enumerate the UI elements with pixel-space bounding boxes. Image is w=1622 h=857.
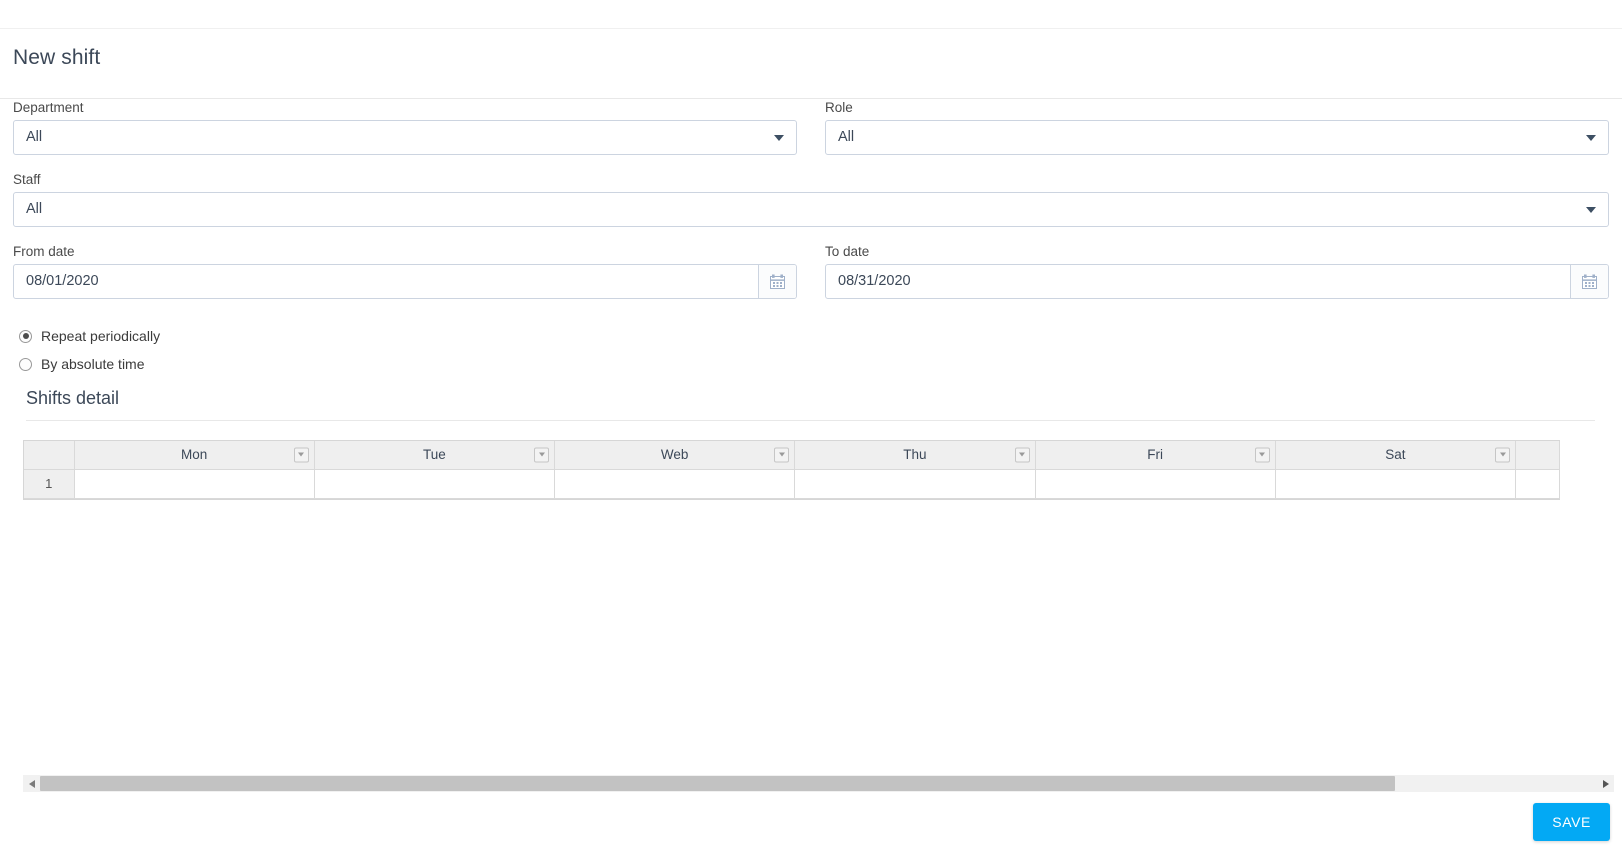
cell-sat[interactable] <box>1275 469 1517 499</box>
column-header-label: Tue <box>422 447 446 463</box>
scroll-right-arrow-icon[interactable] <box>1597 775 1614 792</box>
cell-thu[interactable] <box>794 469 1036 499</box>
column-filter-icon[interactable] <box>774 447 790 463</box>
column-header-label: Mon <box>180 447 208 463</box>
form-row-staff: Staff All <box>0 172 1622 227</box>
cell-fri[interactable] <box>1035 469 1276 499</box>
field-to-date: To date 08/31/2020 <box>825 244 1609 299</box>
staff-value: All <box>26 201 43 217</box>
form-row-dates: From date 08/01/2020 To date 08/31/2020 <box>0 244 1622 299</box>
page-header: New shift <box>0 30 1622 99</box>
cell-web[interactable] <box>554 469 796 499</box>
column-header-fri[interactable]: Fri <box>1035 441 1276 470</box>
column-header-label: Web <box>660 447 689 463</box>
chevron-down-icon[interactable] <box>1578 193 1604 226</box>
calendar-icon <box>1582 274 1597 289</box>
scroll-left-arrow-icon[interactable] <box>23 775 40 792</box>
from-date-value[interactable]: 08/01/2020 <box>14 265 758 298</box>
radio-icon[interactable] <box>19 329 32 343</box>
to-date-value[interactable]: 08/31/2020 <box>826 265 1570 298</box>
column-header-web[interactable]: Web <box>554 441 796 470</box>
staff-label: Staff <box>13 172 41 187</box>
form-row-department-role: Department All Role All <box>0 100 1622 155</box>
role-label: Role <box>825 100 853 115</box>
column-header-sat[interactable]: Sat <box>1275 441 1517 470</box>
role-select[interactable]: All <box>825 120 1609 155</box>
grid-corner-cell <box>24 441 75 470</box>
page-title: New shift <box>13 46 101 69</box>
column-filter-icon[interactable] <box>293 447 309 463</box>
column-header-tue[interactable]: Tue <box>314 441 556 470</box>
radio-label: By absolute time <box>41 356 145 372</box>
row-number: 1 <box>24 469 75 499</box>
column-header-label: Thu <box>903 447 927 463</box>
radio-icon[interactable] <box>19 357 32 371</box>
radio-option-by-absolute-time[interactable]: By absolute time <box>19 352 1609 376</box>
staff-select[interactable]: All <box>13 192 1609 227</box>
cell-tue[interactable] <box>314 469 556 499</box>
cell-mon[interactable] <box>74 469 315 499</box>
shift-mode-radio-group: Repeat periodically By absolute time <box>0 316 1622 376</box>
role-value: All <box>838 129 855 145</box>
department-select[interactable]: All <box>13 120 797 155</box>
grid-header-row: Mon Tue Web Thu Fri Sat <box>24 441 1560 470</box>
field-staff: Staff All <box>13 172 1609 227</box>
to-date-input[interactable]: 08/31/2020 <box>825 264 1609 299</box>
chevron-down-icon[interactable] <box>766 121 792 154</box>
shifts-detail-section: Shifts detail <box>0 388 1622 421</box>
chevron-down-icon[interactable] <box>1578 121 1604 154</box>
calendar-icon <box>770 274 785 289</box>
shifts-detail-grid: Mon Tue Web Thu Fri Sat 1 <box>23 440 1560 500</box>
field-from-date: From date 08/01/2020 <box>13 244 797 299</box>
scrollbar-track[interactable] <box>40 775 1597 792</box>
column-header-label: Sat <box>1385 447 1406 463</box>
new-shift-page: New shift Department All Role All Staff … <box>0 0 1622 857</box>
column-header-thu[interactable]: Thu <box>794 441 1036 470</box>
cell-tail <box>1515 469 1560 499</box>
radio-option-repeat-periodically[interactable]: Repeat periodically <box>19 324 1609 348</box>
column-header-mon[interactable]: Mon <box>74 441 315 470</box>
field-role: Role All <box>825 100 1609 155</box>
column-filter-icon[interactable] <box>1254 447 1270 463</box>
save-button[interactable]: SAVE <box>1533 803 1610 841</box>
to-date-calendar-button[interactable] <box>1570 265 1608 298</box>
column-header-label: Fri <box>1147 447 1163 463</box>
department-value: All <box>26 129 43 145</box>
footer-actions: SAVE <box>1533 803 1610 841</box>
top-strip <box>0 0 1622 29</box>
shift-form: Department All Role All Staff All From d… <box>0 100 1622 500</box>
column-filter-icon[interactable] <box>1014 447 1030 463</box>
field-department: Department All <box>13 100 797 155</box>
grid-tail-header <box>1515 441 1560 470</box>
section-divider <box>26 420 1595 421</box>
column-filter-icon[interactable] <box>534 447 549 463</box>
scrollbar-thumb[interactable] <box>40 776 1395 791</box>
from-date-input[interactable]: 08/01/2020 <box>13 264 797 299</box>
horizontal-scrollbar[interactable] <box>23 775 1614 792</box>
from-date-label: From date <box>13 244 75 259</box>
shifts-detail-title: Shifts detail <box>26 388 120 408</box>
to-date-label: To date <box>825 244 870 259</box>
department-label: Department <box>13 100 84 115</box>
column-filter-icon[interactable] <box>1495 447 1510 463</box>
table-row[interactable]: 1 <box>24 469 1560 499</box>
radio-label: Repeat periodically <box>41 328 161 344</box>
from-date-calendar-button[interactable] <box>758 265 796 298</box>
